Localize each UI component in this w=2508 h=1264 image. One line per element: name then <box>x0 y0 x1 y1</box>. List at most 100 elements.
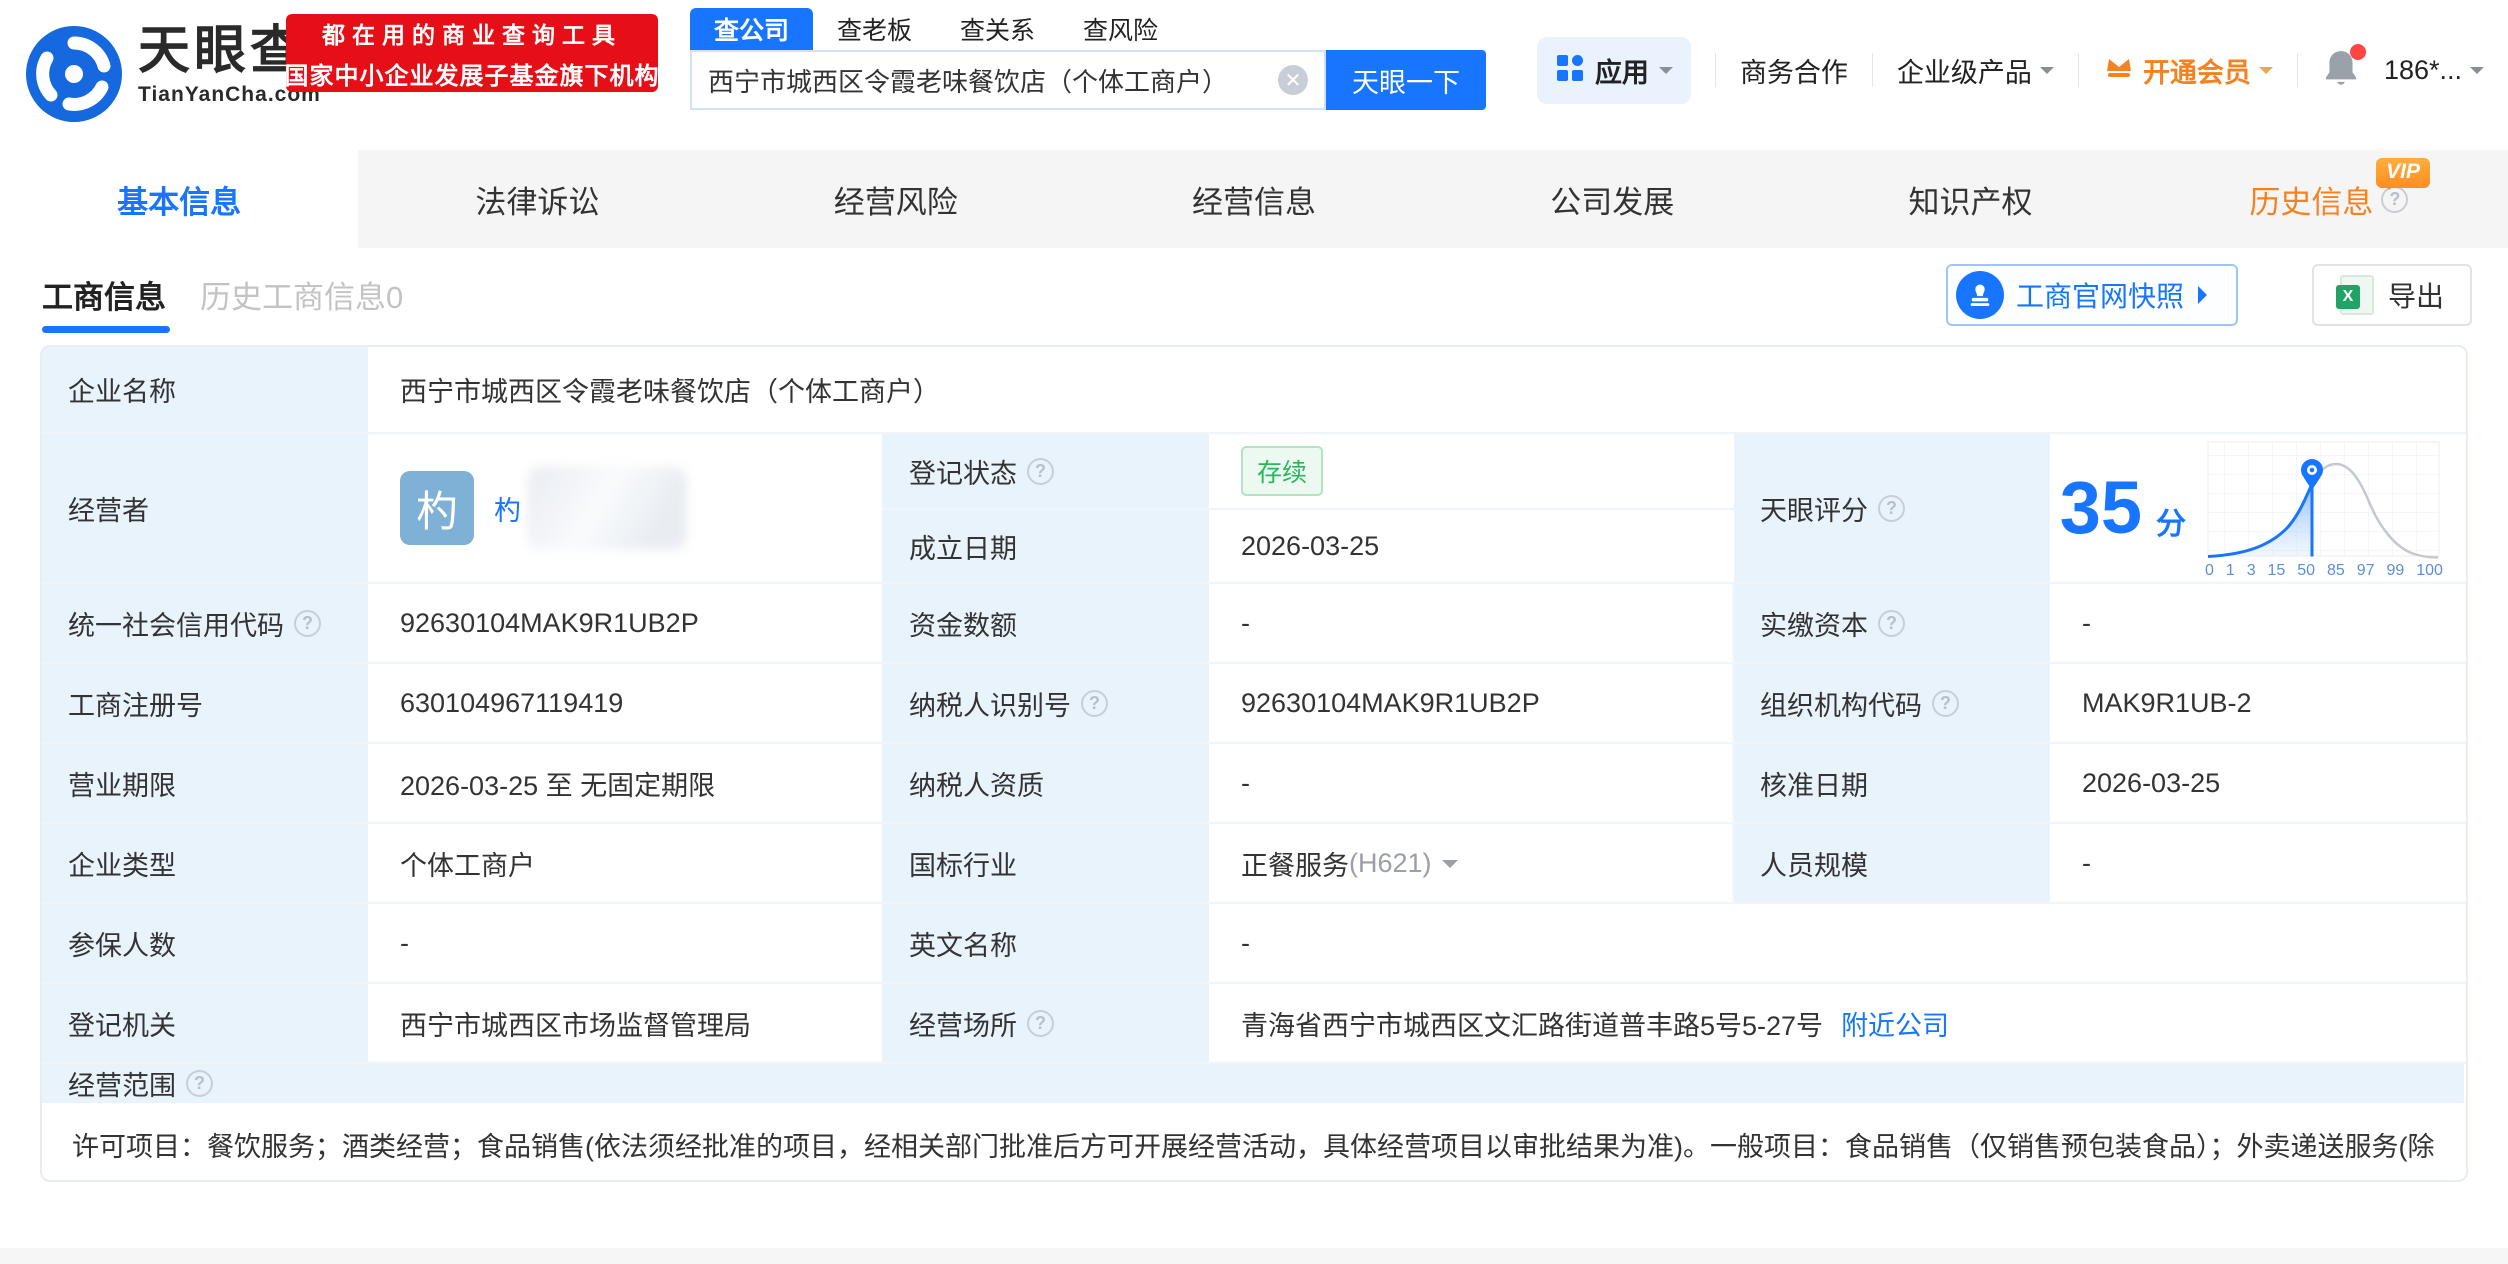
nav-enterprise-products[interactable]: 企业级产品 <box>1897 51 2054 90</box>
help-icon[interactable]: ? <box>1878 495 1905 522</box>
search-tabs: 查公司 查老板 查关系 查风险 <box>690 8 1486 50</box>
nearby-companies-link[interactable]: 附近公司 <box>1841 1004 1949 1043</box>
help-icon[interactable]: ? <box>186 1070 213 1097</box>
business-term-label: 营业期限 <box>42 744 370 822</box>
tianyancha-logo-icon <box>24 24 124 129</box>
table-row: 参保人数 - 英文名称 - <box>42 902 2466 982</box>
credit-code-label: 统一社会信用代码? <box>42 584 370 662</box>
help-icon[interactable]: ? <box>1081 690 1108 717</box>
company-name-label: 企业名称 <box>42 347 370 432</box>
banner-line1: 都在用的商业查询工具 <box>322 16 622 50</box>
status-badge: 存续 <box>1241 446 1323 496</box>
tab-basic-info[interactable]: 基本信息 <box>0 150 358 248</box>
tab-operating-info[interactable]: 经营信息 <box>1075 150 1433 248</box>
score-unit: 分 <box>2156 499 2186 543</box>
taxpayer-quality-value: - <box>1211 744 1734 822</box>
company-type-value: 个体工商户 <box>370 824 883 902</box>
insured-label: 参保人数 <box>42 904 370 982</box>
operator-avatar[interactable]: 杓 <box>400 471 474 545</box>
insured-value: - <box>370 904 883 982</box>
operator-name-link[interactable]: 杓 <box>494 489 521 528</box>
apps-label: 应用 <box>1595 51 1649 90</box>
help-icon[interactable]: ? <box>1932 690 1959 717</box>
search-tab-risk[interactable]: 查风险 <box>1059 8 1182 50</box>
table-row: 登记机关 西宁市城西区市场监督管理局 经营场所? 青海省西宁市城西区文汇路街道普… <box>42 982 2466 1062</box>
nav-open-vip[interactable]: 开通会员 <box>2103 51 2273 90</box>
stamp-icon <box>1956 271 2004 319</box>
official-snapshot-button[interactable]: 工商官网快照 <box>1946 264 2238 326</box>
chevron-down-icon <box>1659 67 1673 81</box>
top-nav: 应用 商务合作 企业级产品 开通会员 <box>1537 34 2484 106</box>
business-info-table: 企业名称 西宁市城西区令霞老味餐饮店（个体工商户） 经营者 杓 杓 登记状态? … <box>40 345 2468 1182</box>
table-row: 工商注册号 630104967119419 纳税人识别号? 92630104MA… <box>42 662 2466 742</box>
org-code-value: MAK9R1UB-2 <box>2052 664 2458 742</box>
export-label: 导出 <box>2388 275 2444 315</box>
notifications-bell-icon[interactable] <box>2322 48 2360 93</box>
company-type-label: 企业类型 <box>42 824 370 902</box>
help-icon[interactable]: ? <box>1027 1010 1054 1037</box>
reg-number-value: 630104967119419 <box>370 664 883 742</box>
user-phone-label: 186*... <box>2384 55 2462 86</box>
establish-date-value: 2026-03-25 <box>1211 510 1734 582</box>
tab-legal[interactable]: 法律诉讼 <box>358 150 716 248</box>
table-row: 企业类型 个体工商户 国标行业 正餐服务 (H621) 人员规模 - <box>42 822 2466 902</box>
history-info-label: 历史信息 <box>2249 177 2373 222</box>
search-tab-company[interactable]: 查公司 <box>690 8 813 50</box>
tab-company-development[interactable]: 公司发展 <box>1433 150 1791 248</box>
taxpayer-quality-label: 纳税人资质 <box>883 744 1211 822</box>
subtab-history-business-info[interactable]: 历史工商信息0 <box>200 272 403 317</box>
history-subtab-label: 历史工商信息 <box>200 280 386 315</box>
search-button[interactable]: 天眼一下 <box>1326 50 1486 110</box>
business-term-value: 2026-03-25 至 无固定期限 <box>370 744 883 822</box>
open-vip-label: 开通会员 <box>2143 51 2251 90</box>
tab-intellectual-property[interactable]: 知识产权 <box>1791 150 2149 248</box>
table-row: 企业名称 西宁市城西区令霞老味餐饮店（个体工商户） <box>42 347 2466 432</box>
export-button[interactable]: X 导出 <box>2312 264 2472 326</box>
industry-value[interactable]: 正餐服务 (H621) <box>1211 824 1734 902</box>
reg-number-label: 工商注册号 <box>42 664 370 742</box>
premises-address: 青海省西宁市城西区文汇路街道普丰路5号5-27号 <box>1241 1004 1823 1043</box>
tianyancha-company-page: 天眼查 TianYanCha.com 都在用的商业查询工具 国家中小企业发展子基… <box>0 0 2508 1264</box>
industry-label: 国标行业 <box>883 824 1211 902</box>
approval-date-label: 核准日期 <box>1734 744 2052 822</box>
premises-value: 青海省西宁市城西区文汇路街道普丰路5号5-27号 附近公司 <box>1211 984 2466 1062</box>
tab-operating-risk[interactable]: 经营风险 <box>717 150 1075 248</box>
operator-label: 经营者 <box>42 434 370 582</box>
capital-value: - <box>1211 584 1734 662</box>
chevron-down-icon <box>2470 67 2484 81</box>
search-input[interactable]: 西宁市城西区令霞老味餐饮店（个体工商户） ✕ <box>690 50 1326 110</box>
credit-code-value: 92630104MAK9R1UB2P <box>370 584 883 662</box>
search-query-text: 西宁市城西区令霞老味餐饮店（个体工商户） <box>708 62 1278 99</box>
search-tab-boss[interactable]: 查老板 <box>813 8 936 50</box>
business-scope-value: 许可项目：餐饮服务；酒类经营；食品销售(依法须经批准的项目，经相关部门批准后方可… <box>42 1103 2466 1182</box>
search-tab-relation[interactable]: 查关系 <box>936 8 1059 50</box>
premises-label: 经营场所? <box>883 984 1211 1062</box>
nav-cooperation[interactable]: 商务合作 <box>1740 51 1848 90</box>
taxpayer-id-label: 纳税人识别号? <box>883 664 1211 742</box>
capital-label: 资金数额 <box>883 584 1211 662</box>
arrow-right-icon <box>2198 286 2216 304</box>
user-account[interactable]: 186*... <box>2384 55 2484 86</box>
tab-history-info[interactable]: VIP 历史信息 ? <box>2150 150 2508 248</box>
snapshot-label: 工商官网快照 <box>2016 275 2184 315</box>
apps-menu-button[interactable]: 应用 <box>1537 37 1691 104</box>
clear-search-icon[interactable]: ✕ <box>1278 65 1308 95</box>
establish-date-label: 成立日期 <box>883 510 1211 582</box>
help-icon[interactable]: ? <box>294 610 321 637</box>
header: 天眼查 TianYanCha.com 都在用的商业查询工具 国家中小企业发展子基… <box>0 0 2508 150</box>
page-bottom-strip <box>0 1248 2508 1264</box>
help-icon[interactable]: ? <box>1878 610 1905 637</box>
status-subtable: 登记状态? 存续 成立日期 2026-03-25 <box>883 434 1734 582</box>
score-axis: 0131550859799100 <box>2205 562 2443 580</box>
chevron-down-icon <box>2259 67 2273 81</box>
score-value: 35 分 <box>2052 434 2458 582</box>
subtab-business-info[interactable]: 工商信息 <box>42 272 166 317</box>
help-icon[interactable]: ? <box>1027 458 1054 485</box>
notification-dot <box>2350 44 2366 60</box>
table-row: 经营范围? 许可项目：餐饮服务；酒类经营；食品销售(依法须经批准的项目，经相关部… <box>42 1062 2466 1180</box>
reg-authority-label: 登记机关 <box>42 984 370 1062</box>
taxpayer-id-value: 92630104MAK9R1UB2P <box>1211 664 1734 742</box>
english-name-label: 英文名称 <box>883 904 1211 982</box>
logo[interactable]: 天眼查 TianYanCha.com <box>24 24 321 129</box>
chevron-down-icon[interactable] <box>1442 860 1458 876</box>
